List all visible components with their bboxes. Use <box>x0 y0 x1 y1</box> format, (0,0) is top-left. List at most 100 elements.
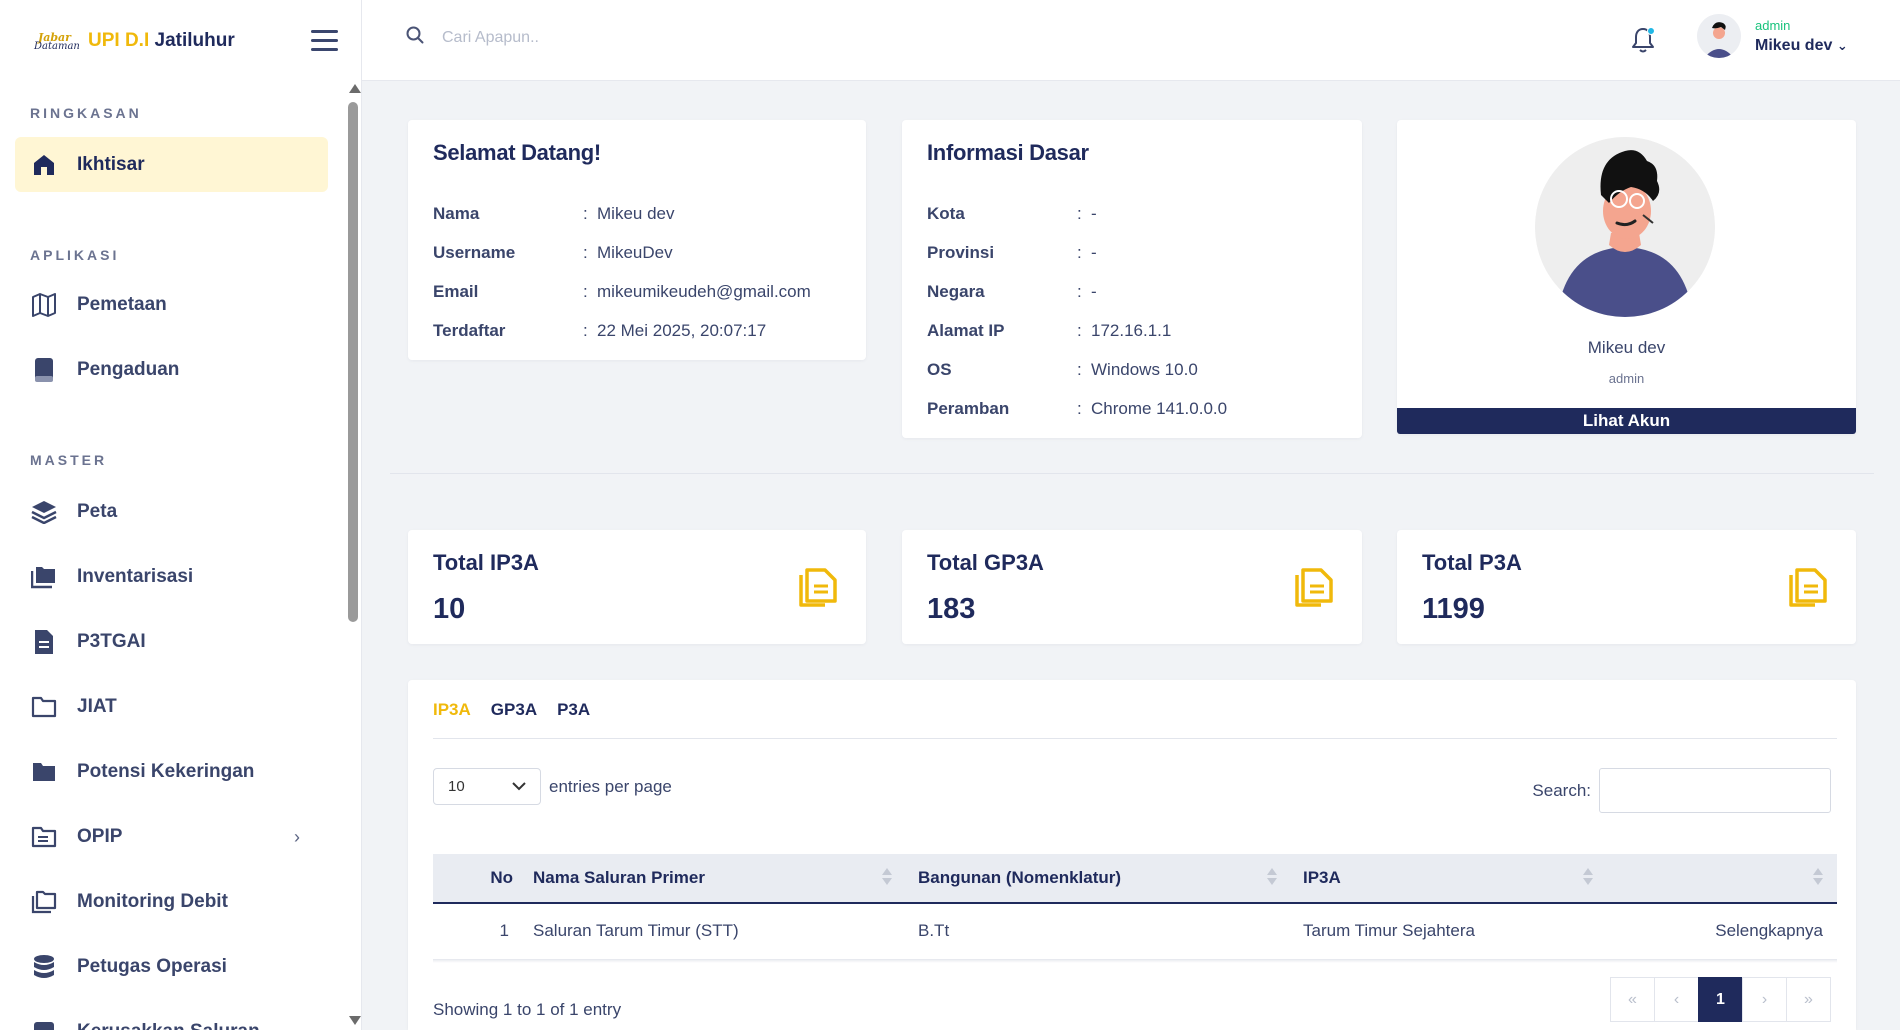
detail-row-nama: Nama: Mikeu dev <box>433 194 811 233</box>
sidebar-item-kerusakkan-saluran[interactable]: Kerusakkan Saluran <box>15 1004 328 1030</box>
section-divider <box>390 473 1874 474</box>
info-value: - <box>1091 281 1097 301</box>
sort-icon <box>1267 868 1277 888</box>
sidebar-item-label: JIAT <box>77 695 117 717</box>
tab-p3a[interactable]: P3A <box>557 700 590 720</box>
sidebar-item-label: Ikhtisar <box>77 153 145 175</box>
sidebar-item-label: Petugas Operasi <box>77 955 227 977</box>
entries-select[interactable]: 10 <box>433 768 541 805</box>
detail-value: 22 Mei 2025, 20:07:17 <box>597 320 767 340</box>
scroll-thumb[interactable] <box>348 102 358 622</box>
stat-value: 1199 <box>1422 593 1485 625</box>
map-icon <box>31 292 57 318</box>
brand[interactable]: Jabar Dataman UPI D.I Jatiluhur <box>34 24 235 58</box>
section-label-master: MASTER <box>30 452 108 468</box>
folder-icon <box>31 759 57 785</box>
sidebar-item-label: Peta <box>77 500 118 522</box>
chevron-down-icon <box>512 778 526 795</box>
home-icon <box>31 152 57 178</box>
sidebar-item-jiat[interactable]: JIAT <box>15 679 328 734</box>
topbar: admin Mikeu dev ⌄ <box>362 0 1900 81</box>
profile-card: Mikeu dev admin Lihat Akun <box>1397 120 1856 434</box>
brand-logo: Jabar Dataman <box>34 27 80 55</box>
welcome-title: Selamat Datang! <box>433 140 601 165</box>
column-header-label: Nama Saluran Primer <box>533 868 705 887</box>
pagination-last[interactable]: » <box>1786 977 1831 1022</box>
detail-separator: : <box>583 242 588 262</box>
sidebar-item-potensi-kekeringan[interactable]: Potensi Kekeringan <box>15 744 328 799</box>
pagination-page-1[interactable]: 1 <box>1698 977 1743 1022</box>
document-icon <box>31 629 57 655</box>
pagination-next[interactable]: › <box>1742 977 1787 1022</box>
detail-link[interactable]: Selengkapnya <box>1607 903 1837 960</box>
section-label-ringkasan: RINGKASAN <box>30 105 142 121</box>
sidebar-item-monitoring-debit[interactable]: Monitoring Debit <box>15 874 328 929</box>
sidebar-item-petugas-operasi[interactable]: Petugas Operasi <box>15 939 328 994</box>
sidebar-item-ikhtisar[interactable]: Ikhtisar <box>15 137 328 192</box>
documents-icon <box>1293 567 1335 609</box>
detail-value: mikeumikeudeh@gmail.com <box>597 281 811 301</box>
sidebar-item-inventarisasi[interactable]: Inventarisasi <box>15 549 328 604</box>
detail-key: Terdaftar <box>433 320 506 340</box>
folder-list-icon <box>31 824 57 850</box>
global-search[interactable] <box>406 26 742 49</box>
info-row-negara: Negara: - <box>927 272 1227 311</box>
sidebar-item-peta[interactable]: Peta <box>15 484 328 539</box>
table-search-label: Search: <box>1532 780 1591 800</box>
data-table-card: IP3A GP3A P3A 10 entries per page Search… <box>408 680 1856 1030</box>
info-card: Informasi Dasar Kota: - Provinsi: - Negara… <box>902 120 1362 438</box>
info-row-peramban: Peramban: Chrome 141.0.0.0 <box>927 389 1227 428</box>
info-separator: : <box>1077 398 1082 418</box>
data-table: No Nama Saluran Primer Bangunan (Nomenkl… <box>433 854 1837 960</box>
profile-avatar <box>1535 137 1715 317</box>
view-account-button[interactable]: Lihat Akun <box>1397 408 1856 434</box>
stat-value: 183 <box>927 593 976 625</box>
tab-gp3a[interactable]: GP3A <box>491 700 537 720</box>
sidebar-item-opip[interactable]: OPIP › <box>15 809 328 864</box>
sidebar-item-label: Potensi Kekeringan <box>77 760 255 782</box>
search-input[interactable] <box>442 28 742 47</box>
menu-toggle-icon[interactable] <box>311 30 338 51</box>
section-label-aplikasi: APLIKASI <box>30 247 120 263</box>
sidebar-item-pemetaan[interactable]: Pemetaan <box>15 277 328 332</box>
scroll-up-arrow-icon[interactable] <box>349 84 361 93</box>
column-header-action[interactable] <box>1607 854 1837 904</box>
pagination-prev[interactable]: ‹ <box>1654 977 1699 1022</box>
column-header-nama-saluran[interactable]: Nama Saluran Primer <box>533 854 906 904</box>
welcome-details: Nama: Mikeu dev Username: MikeuDev Email: m… <box>433 194 811 350</box>
sidebar-item-label: OPIP <box>77 825 123 847</box>
sidebar-item-pengaduan[interactable]: Pengaduan <box>15 342 328 397</box>
chevron-right-icon: › <box>294 827 300 847</box>
column-header-label: No <box>490 868 513 887</box>
info-value: Windows 10.0 <box>1091 359 1198 379</box>
scroll-down-arrow-icon[interactable] <box>349 1016 361 1025</box>
sidebar-item-p3tgai[interactable]: P3TGAI <box>15 614 328 669</box>
stat-title: Total IP3A <box>433 550 539 575</box>
column-header-bangunan[interactable]: Bangunan (Nomenklatur) <box>906 854 1291 904</box>
book-icon <box>31 357 57 383</box>
info-separator: : <box>1077 242 1082 262</box>
tab-ip3a[interactable]: IP3A <box>433 700 471 720</box>
detail-value: MikeuDev <box>597 242 673 262</box>
layers-icon <box>31 499 57 525</box>
info-separator: : <box>1077 359 1082 379</box>
table-tabs: IP3A GP3A P3A <box>433 700 590 720</box>
info-separator: : <box>1077 320 1082 340</box>
column-header-no[interactable]: No <box>433 854 533 904</box>
pagination-first[interactable]: « <box>1610 977 1655 1022</box>
avatar <box>1697 14 1741 58</box>
info-details: Kota: - Provinsi: - Negara: - Alamat IP:172… <box>927 194 1227 428</box>
notification-bell-icon[interactable] <box>1629 26 1657 54</box>
info-value: - <box>1091 203 1097 223</box>
cell-nama-saluran: Saluran Tarum Timur (STT) <box>533 903 906 960</box>
column-header-ip3a[interactable]: IP3A <box>1291 854 1607 904</box>
user-name-text: Mikeu dev <box>1755 36 1833 54</box>
sidebar-scrollbar[interactable] <box>346 84 361 1030</box>
documents-icon <box>1787 567 1829 609</box>
table-search-input[interactable] <box>1599 768 1831 813</box>
sidebar-item-label: Monitoring Debit <box>77 890 228 912</box>
user-menu[interactable]: admin Mikeu dev ⌄ <box>1697 14 1848 58</box>
table-bottom-shadow <box>433 959 1837 963</box>
detail-key: Email <box>433 281 479 301</box>
info-value: 172.16.1.1 <box>1091 320 1172 340</box>
